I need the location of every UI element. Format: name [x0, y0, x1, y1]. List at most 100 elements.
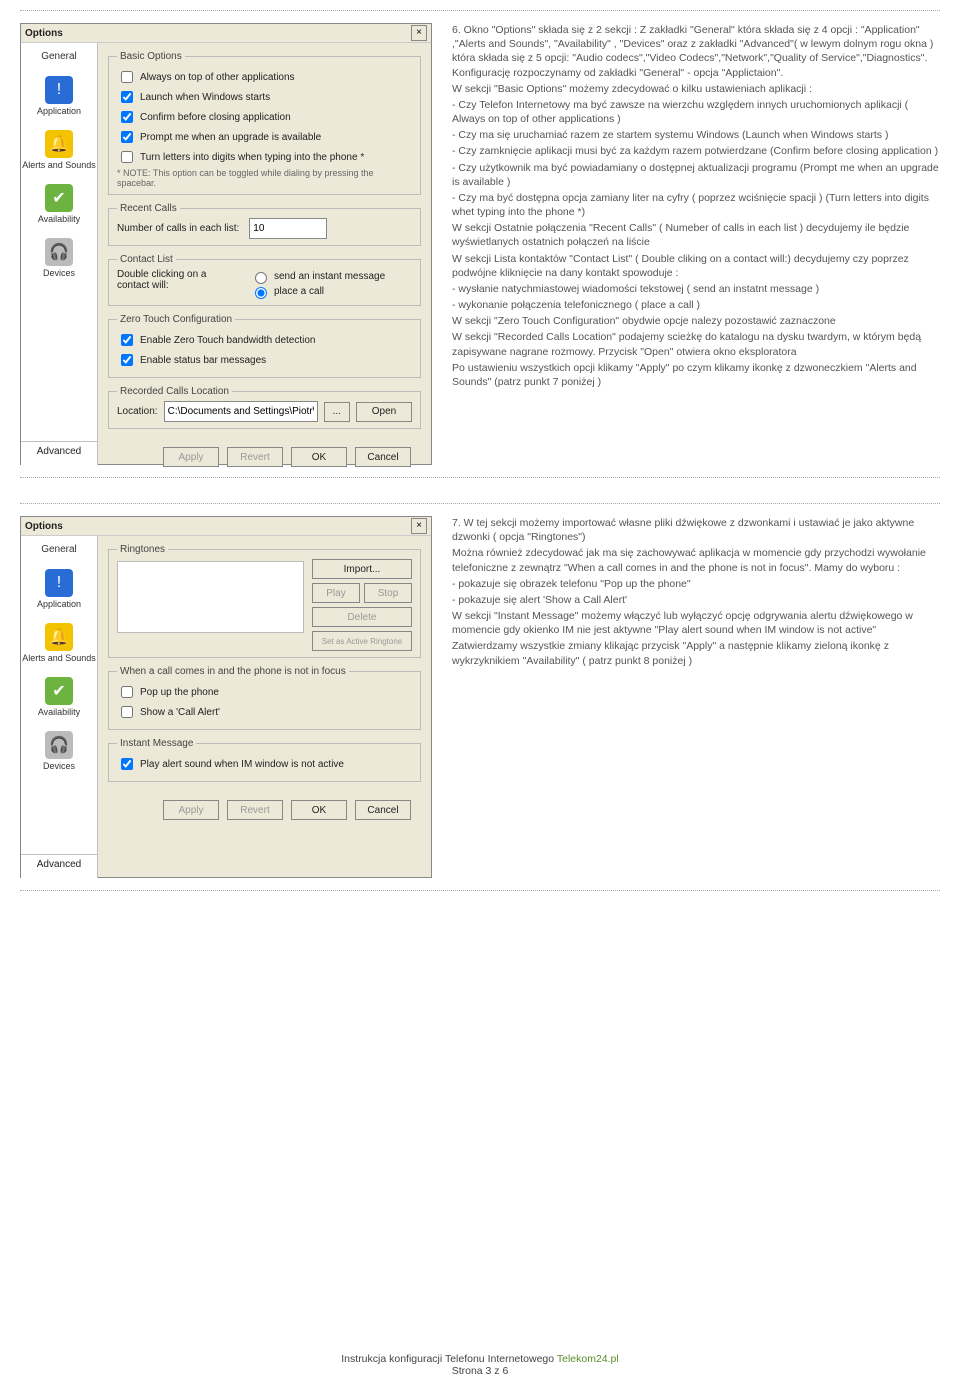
body-text: 6. Okno "Options" składa się z 2 sekcji … — [452, 23, 940, 80]
footer-left: Instrukcja konfiguracji Telefonu Interne… — [341, 1353, 554, 1365]
dialog-buttons: Apply Revert OK Cancel — [108, 790, 421, 820]
ringtone-list[interactable] — [117, 561, 304, 633]
sidebar-item-availability[interactable]: ✔Availability — [21, 180, 97, 228]
set-active-button[interactable]: Set as Active Ringtone — [312, 631, 412, 651]
delete-button[interactable]: Delete — [312, 607, 412, 627]
revert-button[interactable]: Revert — [227, 800, 283, 820]
browse-button[interactable]: ... — [324, 402, 350, 422]
availability-icon: ✔ — [45, 184, 73, 212]
section-7: Options × General !Application 🔔Alerts a… — [20, 503, 940, 891]
options-window-application: Options × General !Application 🔔Alerts a… — [20, 23, 432, 465]
chk-prompt-upgrade[interactable] — [121, 131, 133, 143]
chk-always-on-top[interactable] — [121, 71, 133, 83]
radio-place-call[interactable] — [255, 287, 267, 299]
sidebar-item-devices[interactable]: 🎧Devices — [21, 727, 97, 775]
play-button[interactable]: Play — [312, 583, 360, 603]
chk-im-alert[interactable] — [121, 758, 133, 770]
headset-icon: 🎧 — [45, 731, 73, 759]
sidebar-item-general[interactable]: General — [21, 47, 97, 66]
section7-text: 7. W tej sekcji możemy importować własne… — [452, 516, 940, 878]
sidebar-item-availability[interactable]: ✔Availability — [21, 673, 97, 721]
chk-zero-status[interactable] — [121, 354, 133, 366]
bell-icon: 🔔 — [45, 623, 73, 651]
revert-button[interactable]: Revert — [227, 447, 283, 467]
sidebar-item-alerts[interactable]: 🔔Alerts and Sounds — [21, 619, 97, 667]
chk-zero-bandwidth[interactable] — [121, 334, 133, 346]
body-text: W sekcji Ostatnie połączenia "Recent Cal… — [452, 221, 940, 249]
sidebar-item-advanced[interactable]: Advanced — [21, 854, 97, 874]
radio-send-im[interactable] — [255, 272, 267, 284]
footer-page: Strona 3 z 6 — [452, 1365, 509, 1377]
body-text: - Czy ma się uruchamiać razem ze startem… — [452, 128, 940, 142]
chk-popup-phone[interactable] — [121, 686, 133, 698]
body-text: - wykonanie połączenia telefonicznego ( … — [452, 298, 940, 312]
stop-button[interactable]: Stop — [364, 583, 412, 603]
body-text: Zatwierdzamy wszystkie zmiany klikając p… — [452, 639, 940, 667]
chk-call-alert[interactable] — [121, 706, 133, 718]
contact-label: Double clicking on a contact will: — [117, 269, 232, 291]
body-text: W sekcji "Basic Options" możemy zdecydow… — [452, 82, 940, 96]
apply-button[interactable]: Apply — [163, 800, 219, 820]
headset-icon: 🎧 — [45, 238, 73, 266]
right-pane: Basic Options Always on top of other app… — [98, 43, 431, 465]
body-text: - Czy zamknięcie aplikacji musi być za k… — [452, 144, 940, 158]
group-recorded-location: Recorded Calls Location Location: ... Op… — [108, 386, 421, 429]
titlebar: Options × — [21, 517, 431, 536]
close-icon[interactable]: × — [411, 518, 427, 534]
legend-loc: Recorded Calls Location — [117, 386, 232, 397]
group-ringtones: Ringtones Import... Play Stop Delete Set… — [108, 544, 421, 658]
group-zero-touch: Zero Touch Configuration Enable Zero Tou… — [108, 314, 421, 378]
chk-turn-letters[interactable] — [121, 151, 133, 163]
ok-button[interactable]: OK — [291, 800, 347, 820]
application-icon: ! — [45, 569, 73, 597]
legend-recent: Recent Calls — [117, 203, 180, 214]
dialog-buttons: Apply Revert OK Cancel — [108, 437, 421, 467]
sidebar: General !Application 🔔Alerts and Sounds … — [21, 43, 98, 465]
import-button[interactable]: Import... — [312, 559, 412, 579]
cancel-button[interactable]: Cancel — [355, 800, 411, 820]
open-button[interactable]: Open — [356, 402, 412, 422]
application-icon: ! — [45, 76, 73, 104]
group-basic-options: Basic Options Always on top of other app… — [108, 51, 421, 195]
legend-zero: Zero Touch Configuration — [117, 314, 235, 325]
apply-button[interactable]: Apply — [163, 447, 219, 467]
page-footer: Instrukcja konfiguracji Telefonu Interne… — [20, 1353, 940, 1377]
footer-brand: Telekom24.pl — [557, 1353, 619, 1365]
body-text: 7. W tej sekcji możemy importować własne… — [452, 516, 940, 544]
body-text: Po ustawieniu wszystkich opcji klikamy "… — [452, 361, 940, 389]
cancel-button[interactable]: Cancel — [355, 447, 411, 467]
right-pane: Ringtones Import... Play Stop Delete Set… — [98, 536, 431, 878]
ok-button[interactable]: OK — [291, 447, 347, 467]
titlebar: Options × — [21, 24, 431, 43]
body-text: Można również zdecydować jak ma się zach… — [452, 546, 940, 574]
group-contact-list: Contact List Double clicking on a contac… — [108, 254, 421, 306]
options-window-alerts: Options × General !Application 🔔Alerts a… — [20, 516, 432, 878]
body-text: W sekcji "Zero Touch Configuration" obyd… — [452, 314, 940, 328]
body-text: W sekcji "Recorded Calls Location" podaj… — [452, 330, 940, 358]
group-instant-message: Instant Message Play alert sound when IM… — [108, 738, 421, 782]
sidebar-item-application[interactable]: !Application — [21, 72, 97, 120]
legend-ringtones: Ringtones — [117, 544, 168, 555]
chk-confirm-close[interactable] — [121, 111, 133, 123]
body-text: - pokazuje się obrazek telefonu "Pop up … — [452, 577, 940, 591]
recent-count-input[interactable] — [249, 218, 327, 239]
availability-icon: ✔ — [45, 677, 73, 705]
sidebar-item-devices[interactable]: 🎧Devices — [21, 234, 97, 282]
sidebar-item-advanced[interactable]: Advanced — [21, 441, 97, 461]
body-text: - pokazuje się alert 'Show a Call Alert' — [452, 593, 940, 607]
sidebar-item-general[interactable]: General — [21, 540, 97, 559]
loc-label: Location: — [117, 406, 158, 417]
group-call-focus: When a call comes in and the phone is no… — [108, 666, 421, 730]
group-recent-calls: Recent Calls Number of calls in each lis… — [108, 203, 421, 246]
section-6: Options × General !Application 🔔Alerts a… — [20, 10, 940, 478]
legend-im: Instant Message — [117, 738, 196, 749]
sidebar-item-application[interactable]: !Application — [21, 565, 97, 613]
body-text: - Czy ma być dostępna opcja zamiany lite… — [452, 191, 940, 219]
body-text: - Czy Telefon Internetowy ma być zawsze … — [452, 98, 940, 126]
chk-launch-windows[interactable] — [121, 91, 133, 103]
sidebar-item-alerts[interactable]: 🔔Alerts and Sounds — [21, 126, 97, 174]
window-title: Options — [25, 28, 63, 39]
close-icon[interactable]: × — [411, 25, 427, 41]
loc-path-input[interactable] — [164, 401, 318, 422]
legend-basic: Basic Options — [117, 51, 185, 62]
